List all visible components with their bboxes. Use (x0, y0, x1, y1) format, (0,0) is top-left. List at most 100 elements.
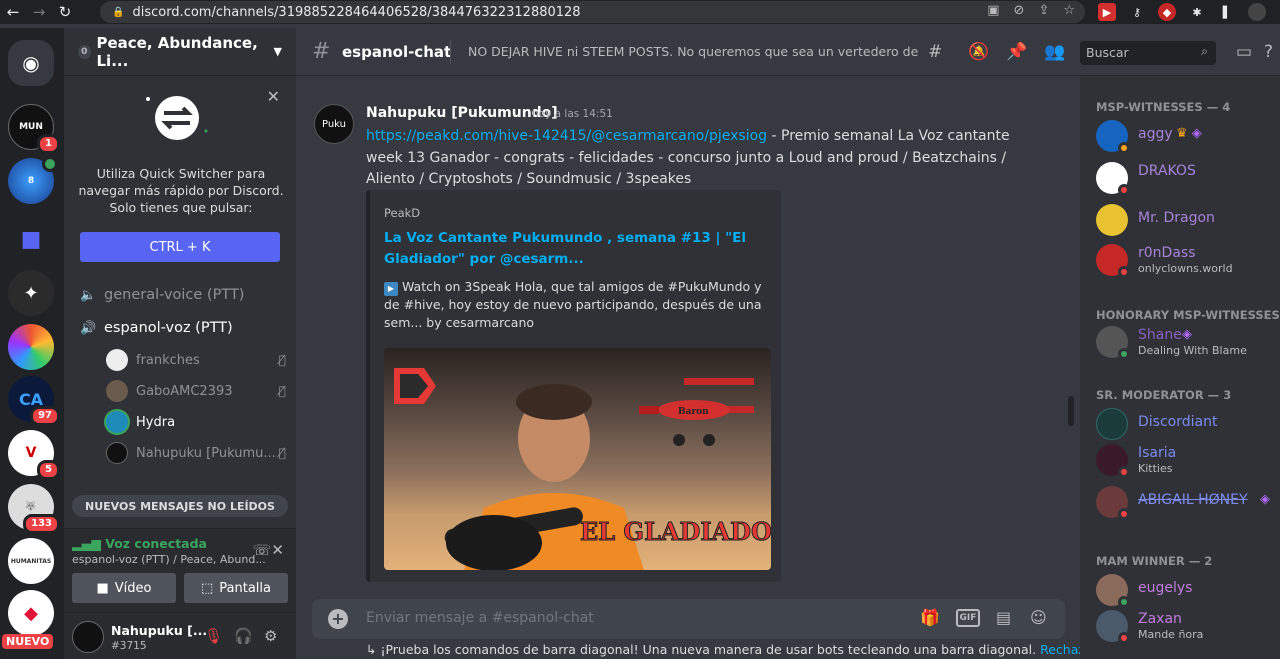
member-item[interactable]: Isaria Kitties (1096, 440, 1280, 480)
mic-icon[interactable]: ⊘ (1014, 3, 1025, 18)
folder-icon[interactable]: ■ (8, 216, 54, 262)
username: Nahupuku [... (111, 623, 208, 638)
gift-icon[interactable]: 🎁 (920, 608, 940, 627)
headphones-icon[interactable]: 🎧 (234, 627, 253, 645)
mic-muted-icon[interactable]: 🎙 (204, 627, 223, 645)
add-attachment-icon[interactable]: + (328, 609, 348, 629)
mention-badge: 5 (37, 460, 60, 480)
member-item[interactable]: r0nDass onlyclowns.world (1096, 240, 1280, 280)
profile-avatar[interactable] (1248, 3, 1266, 21)
avatar (106, 411, 128, 433)
member-list-icon[interactable]: 👥 (1044, 42, 1065, 62)
quick-switcher-button[interactable]: CTRL + K (80, 232, 280, 262)
search-icon: ⌕ (1201, 44, 1208, 58)
disconnect-icon[interactable]: ☏✕ (253, 541, 284, 559)
signal-icon: ▂▄▆ (72, 536, 106, 551)
member-item[interactable]: Mr. Dragon (1096, 200, 1280, 240)
channel-header: # espanol-chat NO DEJAR HIVE ni STEEM PO… (296, 28, 1280, 76)
sidebar-icon[interactable]: ▌ (1218, 3, 1236, 21)
address-bar[interactable]: 🔒 discord.com/channels/31988522846440652… (100, 1, 1085, 23)
member-status-text: onlyclowns.world (1138, 262, 1233, 275)
lock-icon: 🔒 (112, 6, 125, 18)
member-item[interactable]: aggy ♛ ◈ (1096, 116, 1280, 156)
extension-hive-icon[interactable]: ◆ (1158, 3, 1176, 21)
emoji-icon[interactable]: ☺ (1030, 608, 1047, 627)
reload-icon[interactable]: ↻ (52, 0, 78, 24)
channel-label: espanol-voz (PTT) (104, 320, 233, 336)
embed-provider[interactable]: PeakD (384, 206, 420, 220)
server-icon-blue[interactable]: 8 (8, 156, 58, 204)
avatar (1096, 408, 1128, 440)
voice-connected-subtitle[interactable]: espanol-voz (PTT) / Peace, Abund... (72, 553, 266, 566)
status-dnd-icon (1118, 632, 1130, 644)
voice-activity-icon (42, 156, 58, 172)
video-button[interactable]: ■ Vídeo (72, 573, 176, 603)
back-icon[interactable]: ← (0, 0, 26, 24)
close-icon[interactable]: ✕ (267, 87, 280, 106)
camera-icon[interactable]: ▣ (987, 3, 999, 18)
member-name: Shane (1138, 327, 1182, 343)
threads-icon[interactable]: # (928, 42, 942, 62)
member-item[interactable]: eugelys (1096, 570, 1280, 610)
server-icon-vc[interactable]: V 5 (8, 430, 60, 480)
server-icon-mun[interactable]: MUN 1 (8, 104, 60, 154)
voice-channel-general[interactable]: 🔈 general-voice (PTT) (80, 282, 244, 308)
voice-user-name: GaboAMC2393 (136, 383, 233, 399)
server-icon-dice[interactable]: ✦ (8, 270, 54, 316)
member-list: MSP-WITNESSES — 4 aggy ♛ ◈ DRAKOS Mr. Dr… (1080, 76, 1280, 659)
avatar[interactable] (72, 621, 104, 653)
member-name: Discordiant (1138, 414, 1218, 430)
server-icon-humanitas[interactable]: HUMANITAS (8, 538, 54, 584)
return-arrow-icon: ↳ (366, 642, 381, 657)
status-dnd-icon (1118, 266, 1130, 278)
voice-user[interactable]: Hydra (106, 409, 286, 435)
member-item[interactable]: DRAKOS (1096, 158, 1280, 198)
hashtag-icon: # (312, 39, 331, 64)
message-author[interactable]: Nahupuku [Pukumundo] (366, 105, 558, 121)
gif-button[interactable]: GIF (956, 609, 980, 627)
server-header[interactable]: 0 Peace, Abundance, Li... ▼ (64, 28, 296, 76)
member-name: r0nDass (1138, 245, 1196, 261)
server-icon-colorful[interactable] (8, 324, 54, 370)
scrollbar[interactable] (1068, 396, 1074, 426)
embed-image[interactable]: Baron EL GLADIADOR (384, 348, 771, 570)
message-link[interactable]: https://peakd.com/hive-142415/@cesarmarc… (366, 128, 767, 144)
avatar (106, 380, 128, 402)
avatar[interactable]: Puku (314, 104, 354, 144)
server-icon-hive[interactable]: ◆ NUEVO (2, 590, 54, 649)
member-section-header: HONORARY MSP-WITNESSES — 1 (1096, 308, 1280, 322)
voice-user[interactable]: GaboAMC2393 🎙̸ (106, 378, 286, 404)
bookmark-star-icon[interactable]: ☆ (1063, 3, 1075, 18)
search-input[interactable]: Buscar ⌕ (1080, 41, 1216, 65)
message-composer[interactable]: + Enviar mensaje a #espanol-chat 🎁 GIF ▤… (312, 599, 1065, 639)
embed-title[interactable]: La Voz Cantante Pukumundo , semana #13 |… (384, 228, 774, 270)
message-input-placeholder[interactable]: Enviar mensaje a #espanol-chat (366, 610, 594, 626)
voice-user[interactable]: frankches 🎙̸ (106, 347, 286, 373)
member-item[interactable]: Shane ◈ Dealing With Blame (1096, 322, 1280, 362)
share-icon[interactable]: ⇪ (1038, 3, 1049, 18)
pin-icon[interactable]: 📌 (1006, 42, 1027, 62)
play-icon: ▶ (384, 282, 398, 296)
new-messages-pill[interactable]: NUEVOS MENSAJES NO LEÍDOS (72, 495, 288, 517)
extension-icon[interactable]: ▶ (1098, 3, 1116, 21)
extension-key-icon[interactable]: ⚷ (1128, 3, 1146, 21)
voice-user-name: frankches (136, 352, 200, 368)
help-icon[interactable]: ? (1264, 42, 1273, 62)
sticker-icon[interactable]: ▤ (996, 608, 1011, 627)
member-item[interactable]: Zaxan Mande ñora (1096, 606, 1280, 646)
forward-icon[interactable]: → (26, 0, 52, 24)
voice-user[interactable]: Nahupuku [Pukumu... 🎙̸ (106, 440, 286, 466)
settings-gear-icon[interactable]: ⚙ (264, 627, 277, 645)
member-item[interactable]: ABIGAIL HØNEY ◈ (1096, 482, 1280, 522)
server-icon-ca[interactable]: CA 97 (8, 376, 60, 426)
voice-channel-espanol[interactable]: 🔊 espanol-voz (PTT) (80, 315, 233, 341)
member-item[interactable]: Discordiant (1096, 404, 1280, 444)
extensions-puzzle-icon[interactable]: ✱ (1188, 3, 1206, 21)
screen-icon: ⬚ (200, 580, 214, 596)
notification-bell-muted-icon[interactable]: 🔕 (968, 42, 989, 62)
screen-share-button[interactable]: ⬚ Pantalla (184, 573, 288, 603)
server-icon-wolf[interactable]: 🐺 133 (8, 484, 60, 534)
home-button[interactable]: ◉ (8, 40, 54, 86)
inbox-icon[interactable]: ▭ (1236, 42, 1252, 62)
channel-topic[interactable]: NO DEJAR HIVE ni STEEM POSTS. No queremo… (468, 44, 918, 59)
